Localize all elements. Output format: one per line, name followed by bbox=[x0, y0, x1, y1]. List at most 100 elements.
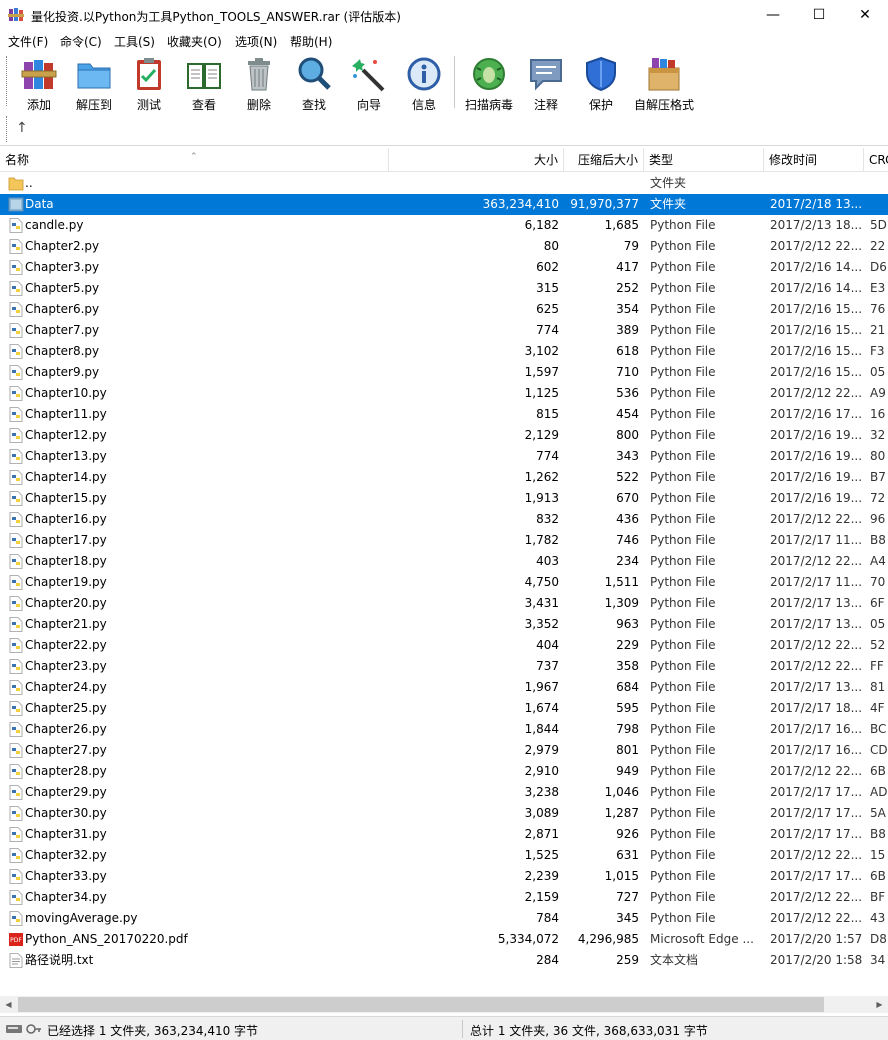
view-button[interactable]: 查看 bbox=[176, 54, 232, 112]
file-modified: 2017/2/16 15... bbox=[770, 302, 862, 316]
table-row[interactable]: Chapter8.py 3,102 618 Python File 2017/2/16 … bbox=[0, 341, 888, 362]
table-row[interactable]: Chapter32.py 1,525 631 Python File 2017/2/12… bbox=[0, 845, 888, 866]
file-packed-size: 79 bbox=[623, 239, 639, 253]
python-file-icon bbox=[8, 743, 24, 758]
table-row[interactable]: Chapter3.py 602 417 Python File 2017/2/16 14… bbox=[0, 257, 888, 278]
test-button[interactable]: 测试 bbox=[121, 54, 177, 112]
table-row[interactable]: Chapter18.py 403 234 Python File 2017/2/12 2… bbox=[0, 551, 888, 572]
table-row[interactable]: Chapter14.py 1,262 522 Python File 2017/2/16… bbox=[0, 467, 888, 488]
table-row[interactable]: Chapter21.py 3,352 963 Python File 2017/2/17… bbox=[0, 614, 888, 635]
col-packed-header[interactable]: 压缩后大小 bbox=[564, 148, 644, 172]
menu-tools[interactable]: 工具(S) bbox=[114, 33, 155, 50]
file-size: 774 bbox=[536, 449, 559, 463]
horizontal-scrollbar[interactable]: ◀ ▶ bbox=[0, 996, 888, 1013]
file-modified: 2017/2/17 13... bbox=[770, 596, 862, 610]
file-crc: 70 bbox=[870, 575, 886, 589]
table-row[interactable]: PDF Python_ANS_20170220.pdf 5,334,072 4,296… bbox=[0, 929, 888, 950]
table-row[interactable]: Chapter23.py 737 358 Python File 2017/2/12 2… bbox=[0, 656, 888, 677]
table-row[interactable]: Chapter11.py 815 454 Python File 2017/2/16 1… bbox=[0, 404, 888, 425]
table-row[interactable]: Chapter2.py 80 79 Python File 2017/2/12 22..… bbox=[0, 236, 888, 257]
menu-options[interactable]: 选项(N) bbox=[235, 33, 277, 50]
table-row[interactable]: Chapter16.py 832 436 Python File 2017/2/12 2… bbox=[0, 509, 888, 530]
python-file-icon bbox=[8, 491, 24, 506]
virus-scan-button[interactable]: 扫描病毒 bbox=[461, 54, 517, 112]
wizard-label: 向导 bbox=[356, 98, 381, 112]
table-row[interactable]: Chapter33.py 2,239 1,015 Python File 2017/2/… bbox=[0, 866, 888, 887]
file-packed-size: 454 bbox=[616, 407, 639, 421]
table-row[interactable]: Chapter22.py 404 229 Python File 2017/2/12 2… bbox=[0, 635, 888, 656]
file-crc: 96 bbox=[870, 512, 886, 526]
scroll-left-arrow-icon[interactable]: ◀ bbox=[0, 996, 17, 1013]
toolbar-grip[interactable] bbox=[6, 56, 9, 106]
col-type-header[interactable]: 类型 bbox=[644, 148, 764, 172]
table-row[interactable]: Chapter12.py 2,129 800 Python File 2017/2/16… bbox=[0, 425, 888, 446]
table-row[interactable]: Chapter31.py 2,871 926 Python File 2017/2/17… bbox=[0, 824, 888, 845]
info-button[interactable]: 信息 bbox=[396, 54, 452, 112]
table-row[interactable]: Chapter25.py 1,674 595 Python File 2017/2/17… bbox=[0, 698, 888, 719]
table-row[interactable]: Chapter20.py 3,431 1,309 Python File 2017/2/… bbox=[0, 593, 888, 614]
table-row[interactable]: movingAverage.py 784 345 Python File 2017/2/… bbox=[0, 908, 888, 929]
table-row[interactable]: Chapter29.py 3,238 1,046 Python File 2017/2/… bbox=[0, 782, 888, 803]
maximize-button[interactable]: ☐ bbox=[796, 0, 842, 30]
table-row[interactable]: Chapter6.py 625 354 Python File 2017/2/16 15… bbox=[0, 299, 888, 320]
col-size-header[interactable]: 大小 bbox=[389, 148, 564, 172]
up-arrow-icon[interactable]: ↑ bbox=[16, 120, 30, 136]
table-row[interactable]: Chapter13.py 774 343 Python File 2017/2/16 1… bbox=[0, 446, 888, 467]
table-row[interactable]: Chapter28.py 2,910 949 Python File 2017/2/12… bbox=[0, 761, 888, 782]
find-button[interactable]: 查找 bbox=[286, 54, 342, 112]
protect-button[interactable]: 保护 bbox=[573, 54, 629, 112]
menu-file[interactable]: 文件(F) bbox=[8, 33, 48, 50]
file-packed-size: 801 bbox=[616, 743, 639, 757]
table-row[interactable]: Chapter15.py 1,913 670 Python File 2017/2/16… bbox=[0, 488, 888, 509]
col-modified-header[interactable]: 修改时间 bbox=[764, 148, 864, 172]
table-row[interactable]: Chapter34.py 2,159 727 Python File 2017/2/12… bbox=[0, 887, 888, 908]
table-row[interactable]: Chapter19.py 4,750 1,511 Python File 2017/2/… bbox=[0, 572, 888, 593]
menu-favorites[interactable]: 收藏夹(O) bbox=[167, 33, 222, 50]
scrollbar-thumb[interactable] bbox=[18, 997, 824, 1012]
file-size: 2,239 bbox=[524, 869, 559, 883]
minimize-button[interactable]: — bbox=[750, 0, 796, 30]
menu-help[interactable]: 帮助(H) bbox=[290, 33, 332, 50]
file-modified: 2017/2/20 1:57 bbox=[770, 932, 862, 946]
table-row[interactable]: Chapter7.py 774 389 Python File 2017/2/16 15… bbox=[0, 320, 888, 341]
table-row[interactable]: Chapter26.py 1,844 798 Python File 2017/2/17… bbox=[0, 719, 888, 740]
window-title: 量化投资.以Python为工具Python_TOOLS_ANSWER.rar (… bbox=[31, 10, 401, 24]
winrar-app-icon[interactable] bbox=[8, 7, 24, 23]
wizard-button[interactable]: 向导 bbox=[341, 54, 397, 112]
address-grip[interactable] bbox=[6, 116, 9, 142]
table-row[interactable]: .. 文件夹 bbox=[0, 173, 888, 194]
extract-to-button[interactable]: 解压到 bbox=[66, 54, 122, 112]
col-name-header[interactable]: 名称 ⌃ bbox=[0, 148, 389, 172]
table-row[interactable]: Chapter17.py 1,782 746 Python File 2017/2/17… bbox=[0, 530, 888, 551]
add-button[interactable]: 添加 bbox=[11, 54, 67, 112]
table-row[interactable]: Chapter9.py 1,597 710 Python File 2017/2/16 … bbox=[0, 362, 888, 383]
file-modified: 2017/2/16 15... bbox=[770, 344, 862, 358]
menu-commands[interactable]: 命令(C) bbox=[60, 33, 102, 50]
comment-button[interactable]: 注释 bbox=[518, 54, 574, 112]
scroll-right-arrow-icon[interactable]: ▶ bbox=[871, 996, 888, 1013]
sfx-button[interactable]: 自解压格式 bbox=[628, 54, 700, 112]
file-modified: 2017/2/17 13... bbox=[770, 680, 862, 694]
table-row[interactable]: candle.py 6,182 1,685 Python File 2017/2/13 … bbox=[0, 215, 888, 236]
file-name: Chapter3.py bbox=[25, 260, 100, 274]
file-size: 1,782 bbox=[524, 533, 559, 547]
close-button[interactable]: ✕ bbox=[842, 0, 888, 30]
file-modified: 2017/2/17 17... bbox=[770, 869, 862, 883]
table-row-selected[interactable]: Data 363,234,410 91,970,377 文件夹 2017/2/18 13… bbox=[0, 194, 888, 215]
file-type: Python File bbox=[650, 449, 716, 463]
table-row[interactable]: Chapter10.py 1,125 536 Python File 2017/2/12… bbox=[0, 383, 888, 404]
table-row[interactable]: Chapter24.py 1,967 684 Python File 2017/2/17… bbox=[0, 677, 888, 698]
file-packed-size: 536 bbox=[616, 386, 639, 400]
col-crc-header[interactable]: CRC bbox=[864, 148, 888, 172]
table-row[interactable]: Chapter27.py 2,979 801 Python File 2017/2/17… bbox=[0, 740, 888, 761]
file-size: 6,182 bbox=[524, 218, 559, 232]
file-packed-size: 727 bbox=[616, 890, 639, 904]
delete-button[interactable]: 删除 bbox=[231, 54, 287, 112]
table-row[interactable]: 路径说明.txt 284 259 文本文档 2017/2/20 1:58 34 bbox=[0, 950, 888, 971]
table-row[interactable]: Chapter5.py 315 252 Python File 2017/2/16 14… bbox=[0, 278, 888, 299]
table-row[interactable]: Chapter30.py 3,089 1,287 Python File 2017/2/… bbox=[0, 803, 888, 824]
drive-key-icon[interactable] bbox=[6, 1023, 42, 1035]
file-type: 文件夹 bbox=[650, 176, 687, 190]
python-file-icon bbox=[8, 512, 24, 527]
python-file-icon bbox=[8, 722, 24, 737]
